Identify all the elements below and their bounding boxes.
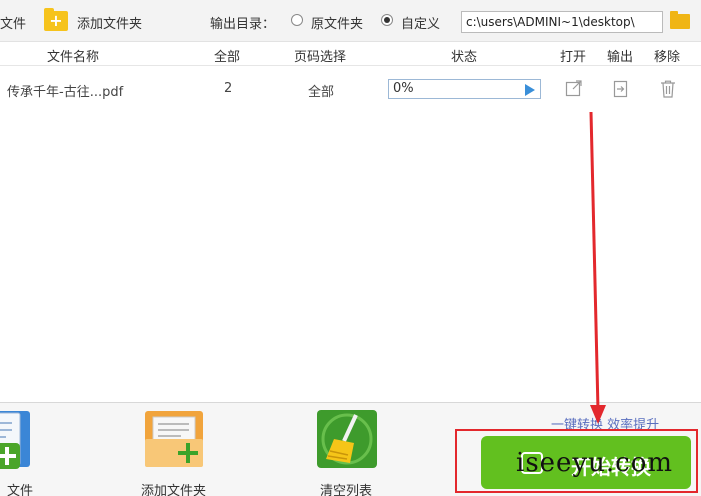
radio-original-folder[interactable]: [291, 14, 303, 26]
conversion-progress-bar: 0%: [388, 79, 541, 99]
output-path-field[interactable]: c:\users\ADMINI~1\desktop\: [461, 11, 663, 33]
bottom-clear-list-label[interactable]: 清空列表: [320, 480, 372, 496]
radio-original-folder-label[interactable]: 原文件夹: [311, 13, 363, 32]
progress-percent: 0%: [393, 81, 414, 96]
bottom-add-folder-label[interactable]: 添加文件夹: [141, 480, 206, 496]
page-count-cell: 2: [224, 81, 233, 96]
add-folder-icon[interactable]: +: [44, 8, 68, 31]
column-export: 输出: [607, 50, 634, 65]
add-file-icon[interactable]: [0, 409, 32, 469]
column-page-select: 页码选择: [294, 50, 347, 65]
column-file-name: 文件名称: [47, 50, 100, 65]
browse-folder-icon[interactable]: [670, 11, 690, 29]
watermark-text: iseeyu.com: [516, 448, 673, 478]
page-select-cell[interactable]: 全部: [308, 81, 334, 100]
add-folder-large-icon[interactable]: [143, 409, 205, 469]
output-dir-label: 输出目录：: [210, 17, 276, 32]
start-row-icon[interactable]: [525, 84, 535, 96]
column-open: 打开: [560, 50, 587, 65]
column-status: 状态: [451, 50, 478, 65]
file-name-cell: 传承千年-古往...pdf: [7, 85, 124, 100]
radio-custom-folder[interactable]: [381, 14, 393, 26]
column-remove: 移除: [654, 50, 681, 65]
export-icon[interactable]: [612, 79, 630, 99]
radio-custom-folder-label[interactable]: 自定义: [401, 13, 440, 32]
table-header: 文件名称 全部 页码选择 状态 打开 输出 移除: [0, 42, 701, 66]
bottom-add-file-label[interactable]: 文件: [7, 480, 33, 496]
open-external-icon[interactable]: [565, 79, 583, 99]
column-total-pages: 全部: [214, 50, 241, 65]
clear-list-broom-icon[interactable]: [316, 409, 378, 469]
add-file-button[interactable]: 文件: [0, 13, 26, 32]
table-row[interactable]: 传承千年-古往...pdf 2 全部: [0, 66, 701, 112]
toolbar: 文件 + 添加文件夹 输出目录： 原文件夹 自定义 c:\users\ADMIN…: [0, 0, 701, 42]
add-folder-button[interactable]: 添加文件夹: [77, 13, 142, 32]
trash-icon[interactable]: [659, 79, 677, 99]
